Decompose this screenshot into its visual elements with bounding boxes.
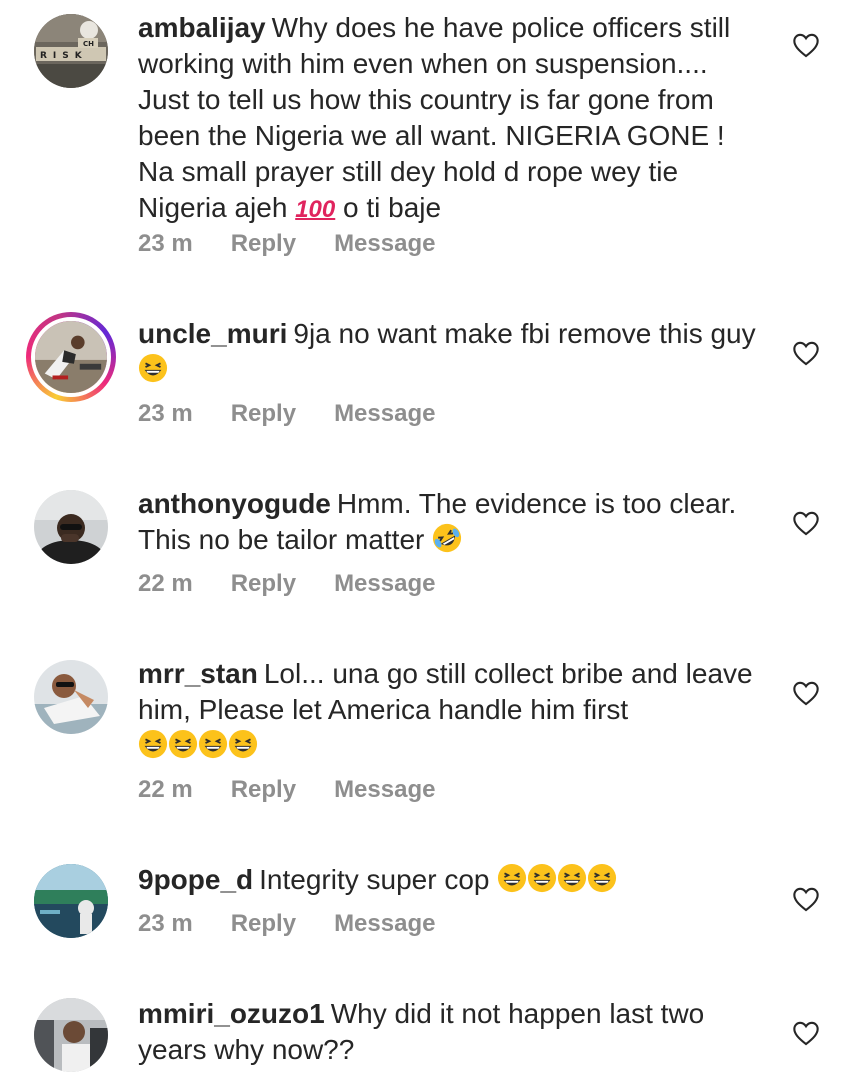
- comment-time: 23 m: [138, 230, 193, 257]
- svg-text:CH: CH: [83, 40, 94, 48]
- comment-username[interactable]: 9pope_d: [138, 864, 253, 895]
- reply-button[interactable]: Reply: [231, 400, 296, 427]
- comment-text: uncle_muri 9ja no want make fbi remove th…: [138, 316, 768, 388]
- grinning-squinting-face-icon: [557, 863, 587, 893]
- heart-outline-icon[interactable]: [792, 510, 820, 536]
- comment-text: ambalijay Why does he have police officer…: [138, 10, 768, 228]
- message-button[interactable]: Message: [334, 230, 435, 257]
- comment-body: Integrity super cop: [259, 864, 490, 895]
- message-button[interactable]: Message: [334, 570, 435, 597]
- comment-time: 22 m: [138, 776, 193, 803]
- grinning-squinting-face-icon: [138, 729, 168, 759]
- reply-button[interactable]: Reply: [231, 230, 296, 257]
- reply-button[interactable]: Reply: [231, 570, 296, 597]
- grinning-squinting-face-icon: [587, 863, 617, 893]
- avatar[interactable]: [26, 312, 116, 402]
- comment-line: o ti baje: [343, 192, 442, 223]
- comment-line: Na small prayer still dey hold d rope we…: [138, 156, 679, 187]
- avatar[interactable]: [34, 864, 108, 938]
- comment-username[interactable]: uncle_muri: [138, 318, 287, 349]
- comment-text: anthonyogude Hmm. The evidence is too cle…: [138, 486, 768, 558]
- grinning-squinting-face-icon: [198, 729, 228, 759]
- avatar-image: [34, 864, 108, 938]
- message-button[interactable]: Message: [334, 400, 435, 427]
- comment-text: mrr_stan Lol... una go still collect brib…: [138, 656, 768, 764]
- grinning-squinting-face-icon: [228, 729, 258, 759]
- grinning-squinting-face-icon: [138, 353, 168, 383]
- avatar-image: [34, 998, 108, 1072]
- avatar-image: [35, 321, 107, 393]
- comment-line: been the Nigeria we all want. NIGERIA GO…: [138, 120, 725, 151]
- comment-text: 9pope_d Integrity super cop: [138, 862, 768, 898]
- avatar-image: CH RISK: [34, 14, 108, 88]
- heart-outline-icon[interactable]: [792, 886, 820, 912]
- comment-meta: 22 m Reply Message: [138, 570, 473, 598]
- grinning-squinting-face-icon: [497, 863, 527, 893]
- heart-outline-icon[interactable]: [792, 680, 820, 706]
- heart-outline-icon[interactable]: [792, 340, 820, 366]
- reply-button[interactable]: Reply: [231, 910, 296, 937]
- comment-meta: 23 m Reply Message: [138, 910, 473, 938]
- comment-text: mmiri_ozuzo1 Why did it not happen last t…: [138, 996, 768, 1068]
- hundred-points-icon: 100: [295, 196, 336, 223]
- comment-time: 22 m: [138, 570, 193, 597]
- grinning-squinting-face-icon: [168, 729, 198, 759]
- comment-line: working with him even when on suspension…: [138, 48, 708, 79]
- heart-outline-icon[interactable]: [792, 1020, 820, 1046]
- comment-username[interactable]: ambalijay: [138, 12, 266, 43]
- comment-username[interactable]: anthonyogude: [138, 488, 331, 519]
- comment-line: Just to tell us how this country is far …: [138, 84, 714, 115]
- comment-username[interactable]: mrr_stan: [138, 658, 258, 689]
- comment-body: 9ja no want make fbi remove this guy: [293, 318, 756, 349]
- comment-meta: 23 m Reply Message: [138, 230, 473, 258]
- reply-button[interactable]: Reply: [231, 776, 296, 803]
- message-button[interactable]: Message: [334, 776, 435, 803]
- grinning-squinting-face-icon: [527, 863, 557, 893]
- avatar[interactable]: [34, 998, 108, 1072]
- comment-time: 23 m: [138, 910, 193, 937]
- rolling-on-floor-laughing-icon: [432, 523, 462, 553]
- comment-username[interactable]: mmiri_ozuzo1: [138, 998, 325, 1029]
- comment-meta: 22 m Reply Message: [138, 776, 473, 804]
- comment-line: Nigeria ajeh: [138, 192, 288, 223]
- avatar-image: [34, 490, 108, 564]
- comment-time: 23 m: [138, 400, 193, 427]
- comment-line: Why does he have police officers still: [271, 12, 731, 43]
- avatar[interactable]: CH RISK: [34, 14, 108, 88]
- avatar[interactable]: [34, 490, 108, 564]
- message-button[interactable]: Message: [334, 910, 435, 937]
- svg-text:RISK: RISK: [40, 51, 88, 61]
- avatar-image: [34, 660, 108, 734]
- avatar[interactable]: [34, 660, 108, 734]
- comment-meta: 23 m Reply Message: [138, 400, 473, 428]
- heart-outline-icon[interactable]: [792, 32, 820, 58]
